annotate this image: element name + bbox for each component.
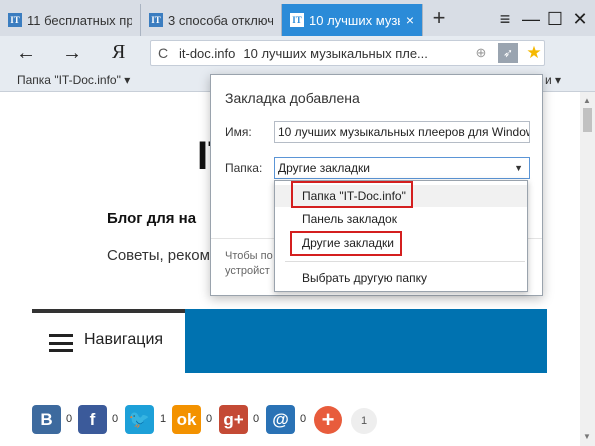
scroll-down-icon[interactable]: ▼ bbox=[583, 432, 591, 441]
bookmark-folder-other[interactable]: и ▾ bbox=[545, 73, 561, 87]
forward-button[interactable]: → bbox=[60, 41, 84, 65]
site-navigation-bar: Навигация bbox=[32, 309, 547, 373]
vk-share-count: 0 bbox=[66, 413, 73, 425]
vertical-scrollbar[interactable]: ▲ ▼ bbox=[580, 92, 595, 446]
folder-option-bookmarks-bar[interactable]: Панель закладок bbox=[275, 208, 527, 230]
mail-share-button[interactable]: @ bbox=[266, 405, 295, 434]
back-button[interactable]: ← bbox=[14, 41, 38, 65]
bookmark-folder-it-doc[interactable]: Папка "IT-Doc.info" ▾ bbox=[17, 73, 130, 87]
it-doc-favicon-icon: IT bbox=[149, 13, 163, 27]
nav-blue-panel bbox=[185, 309, 547, 373]
address-page-title: 10 лучших музыкальных пле... bbox=[243, 45, 428, 61]
tab-title: 11 бесплатных пр bbox=[27, 12, 132, 28]
browser-toolbar: ← → Я C it-doc.info 10 лучших музыкальны… bbox=[0, 36, 595, 99]
mail-share-count: 0 bbox=[300, 413, 307, 425]
twitter-share-count: 1 bbox=[160, 413, 167, 425]
site-tagline: Блог для на bbox=[107, 210, 197, 227]
site-subtitle: Советы, реком bbox=[107, 247, 210, 264]
popup-header: Закладка добавлена bbox=[225, 90, 360, 106]
scroll-up-icon[interactable]: ▲ bbox=[583, 96, 591, 105]
highlight-box-it-doc bbox=[291, 181, 413, 208]
scrollbar-thumb[interactable] bbox=[583, 108, 592, 132]
tab-title: 3 способа отключ bbox=[168, 12, 273, 28]
tab-1[interactable]: IT 11 бесплатных пр bbox=[0, 4, 141, 36]
globe-icon[interactable]: ⊕ bbox=[470, 45, 492, 61]
folder-option-choose-other[interactable]: Выбрать другую папку bbox=[275, 267, 527, 289]
vk-share-button[interactable]: В bbox=[32, 405, 61, 434]
tab-2[interactable]: IT 3 способа отключ bbox=[141, 4, 282, 36]
highlight-box-other-bookmarks bbox=[290, 231, 402, 256]
bookmark-star-icon[interactable]: ★ bbox=[524, 43, 544, 63]
google-plus-share-button[interactable]: g+ bbox=[219, 405, 248, 434]
tab-strip: IT 11 бесплатных пр IT 3 способа отключ … bbox=[0, 0, 595, 36]
odnoklassniki-share-count: 0 bbox=[206, 413, 213, 425]
bookmark-name-input[interactable]: 10 лучших музыкальных плееров для Window… bbox=[274, 121, 530, 143]
sync-hint-text: Чтобы по устройст bbox=[225, 250, 273, 277]
yandex-logo[interactable]: Я bbox=[112, 41, 125, 64]
menu-button[interactable]: ≡ bbox=[494, 8, 516, 30]
more-share-count: 1 bbox=[351, 408, 377, 434]
reload-icon[interactable]: C bbox=[151, 45, 175, 61]
minimize-button[interactable]: — bbox=[520, 8, 542, 30]
odnoklassniki-share-button[interactable]: ok bbox=[172, 405, 201, 434]
folder-label: Папка: bbox=[225, 161, 263, 175]
facebook-share-button[interactable]: f bbox=[78, 405, 107, 434]
nav-label[interactable]: Навигация bbox=[84, 331, 163, 349]
maximize-button[interactable]: ☐ bbox=[544, 8, 566, 30]
new-tab-button[interactable]: + bbox=[428, 7, 450, 30]
address-bar[interactable]: C it-doc.info 10 лучших музыкальных пле.… bbox=[150, 40, 545, 66]
folder-selected-value: Другие закладки bbox=[278, 161, 370, 175]
folder-select[interactable]: Другие закладки ▼ bbox=[274, 157, 530, 179]
tab-3-active[interactable]: IT 10 лучших музык × bbox=[282, 4, 423, 36]
address-host: it-doc.info bbox=[179, 45, 236, 61]
close-button[interactable]: ✕ bbox=[569, 8, 591, 30]
tab-title: 10 лучших музык bbox=[309, 12, 400, 28]
chevron-down-icon: ▼ bbox=[514, 163, 523, 173]
google-plus-share-count: 0 bbox=[253, 413, 260, 425]
more-share-button[interactable]: + bbox=[314, 406, 342, 434]
nav-top-line bbox=[32, 309, 185, 313]
it-doc-favicon-icon: IT bbox=[8, 13, 22, 27]
tab-close-icon[interactable]: × bbox=[406, 12, 414, 28]
twitter-share-button[interactable]: 🐦 bbox=[125, 405, 154, 434]
facebook-share-count: 0 bbox=[112, 413, 119, 425]
hamburger-icon[interactable] bbox=[49, 334, 73, 352]
dropdown-divider bbox=[285, 261, 525, 262]
rocket-icon[interactable]: ➶ bbox=[498, 43, 518, 63]
name-label: Имя: bbox=[225, 125, 252, 139]
it-doc-favicon-icon: IT bbox=[290, 13, 304, 27]
